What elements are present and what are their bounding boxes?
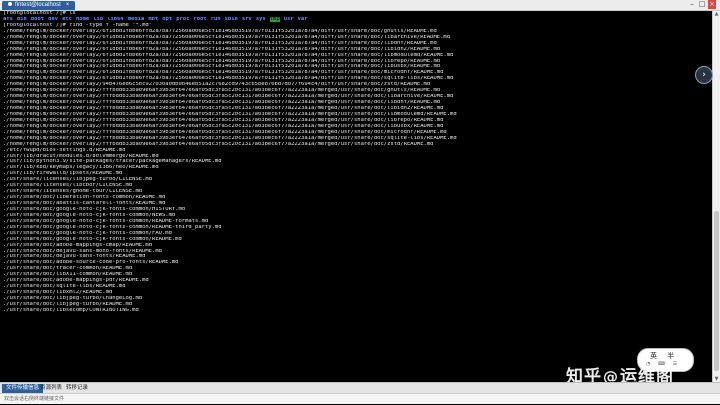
tab-transfer-log[interactable]: 转移记录 — [62, 384, 92, 393]
close-button[interactable]: × — [708, 0, 716, 9]
ls-entry: tmp — [269, 16, 280, 22]
ls-entry: mnt — [148, 16, 159, 22]
scroll-up-icon[interactable]: ▲ — [713, 11, 720, 17]
ls-entry: proc — [176, 16, 190, 22]
side-toggle-icon[interactable]: › — [695, 66, 713, 84]
ls-entry: bin — [16, 16, 27, 22]
close-tab-icon[interactable]: × — [66, 2, 70, 8]
ls-entry: boot — [30, 16, 45, 22]
ls-entry: sbin — [224, 16, 238, 22]
ls-entry: dev — [48, 16, 59, 22]
ls-entry: run — [210, 16, 221, 22]
maximize-button[interactable]: □ — [698, 0, 706, 9]
ls-entry: lib — [93, 16, 104, 22]
ls-entry: usr — [283, 16, 294, 22]
session-status-icon — [8, 2, 12, 7]
terminal-output[interactable]: [root@localhost /]# ls afs bin boot dev etc h… — [0, 11, 713, 382]
ls-entry: media — [127, 16, 145, 22]
ls-entry: opt — [162, 16, 173, 22]
window-controls: – □ × — [688, 0, 716, 10]
ls-entry: var — [297, 16, 308, 22]
status-bar: 双击会话右侧终端链接文件 — [0, 393, 720, 404]
ls-entry: home — [76, 16, 90, 22]
ls-entry: root — [193, 16, 207, 22]
window-titlebar: fintest@localhost × – □ × — [0, 0, 720, 11]
ls-entry: afs — [3, 16, 13, 22]
terminal-scrollbar[interactable]: ▲ ▼ — [712, 11, 720, 382]
ls-entry: sys — [255, 16, 266, 22]
session-tab-label: fintest@localhost — [15, 2, 61, 8]
scrollbar-thumb[interactable] — [714, 211, 719, 371]
ls-entry: srv — [241, 16, 252, 22]
ls-entry: lib64 — [107, 16, 124, 22]
minimize-button[interactable]: – — [688, 0, 696, 9]
ls-entry: etc — [62, 16, 72, 22]
session-tab[interactable]: fintest@localhost × — [2, 1, 76, 10]
output-line: ./usr/share/doc/libsecomp/CONTRIBUTING.m… — [3, 307, 139, 313]
find-output: ./home/fenglm/docker/overlay2/6f1dbd1fbb… — [0, 29, 713, 314]
ime-mode-label: 英 半 — [650, 352, 679, 360]
